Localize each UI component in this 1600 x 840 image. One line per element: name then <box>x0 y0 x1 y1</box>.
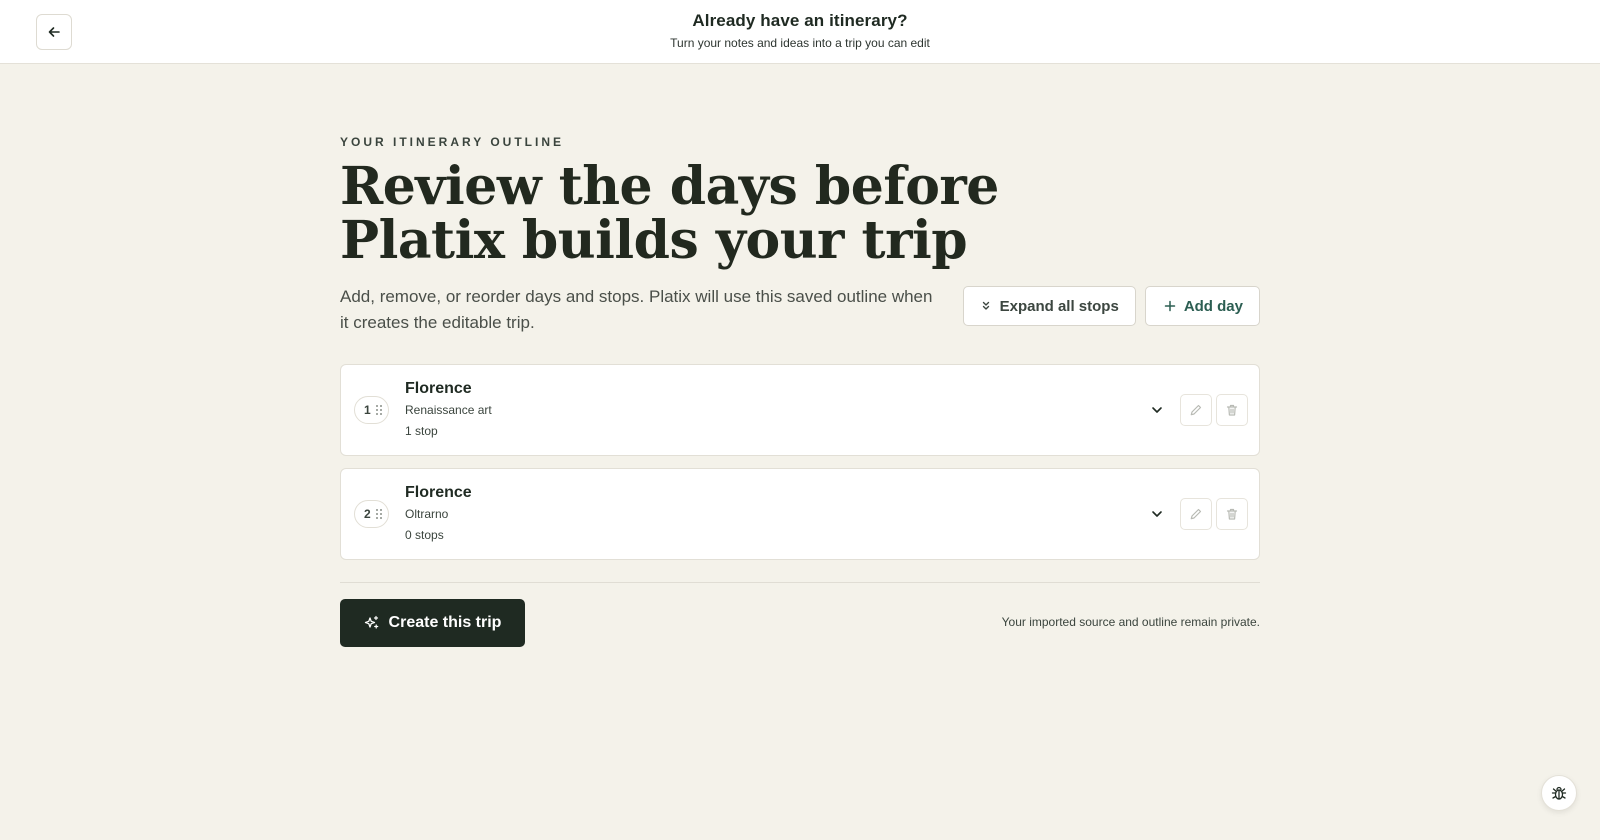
day-theme: Renaissance art <box>405 403 492 417</box>
grip-icon <box>375 405 382 415</box>
day-stop-count: 0 stops <box>405 528 444 542</box>
page-title: Review the days before Platix builds you… <box>340 160 1260 268</box>
pencil-icon <box>1190 508 1202 520</box>
expand-all-stops-button[interactable]: Expand all stops <box>962 286 1136 326</box>
top-bar: Already have an itinerary? Turn your not… <box>0 0 1600 64</box>
footer-divider <box>340 582 1260 583</box>
footer-row: Create this trip Your imported source an… <box>340 599 1260 647</box>
day-info: Florence Oltrarno 0 stops <box>405 484 472 542</box>
page-title-line-1: Review the days before <box>340 156 999 217</box>
chevrons-down-icon <box>982 301 989 310</box>
chevron-down-icon <box>1152 511 1162 517</box>
page-header-title: Already have an itinerary? <box>692 11 908 30</box>
expand-day-button[interactable] <box>1145 398 1169 422</box>
bug-icon <box>1551 786 1567 800</box>
privacy-note: Your imported source and outline remain … <box>1001 615 1260 629</box>
trash-icon <box>1226 508 1238 520</box>
day-info: Florence Renaissance art 1 stop <box>405 380 492 438</box>
day-title: Florence <box>405 484 472 501</box>
page-header-subtitle: Turn your notes and ideas into a trip yo… <box>670 36 930 50</box>
grip-icon <box>375 509 382 519</box>
create-trip-button[interactable]: Create this trip <box>340 599 525 647</box>
delete-day-button[interactable] <box>1216 394 1248 426</box>
page-title-line-2: Platix builds your trip <box>340 210 968 271</box>
day-number: 1 <box>364 403 371 417</box>
day-card: 2 Florence Oltrarno 0 stops <box>340 468 1260 560</box>
plus-icon <box>1164 300 1176 312</box>
edit-day-button[interactable] <box>1180 394 1212 426</box>
expand-day-button[interactable] <box>1145 502 1169 526</box>
day-title: Florence <box>405 380 472 397</box>
trash-icon <box>1226 404 1238 416</box>
create-trip-label: Create this trip <box>388 614 502 631</box>
add-day-button[interactable]: Add day <box>1144 286 1260 326</box>
sparkles-icon <box>364 615 378 629</box>
day-number: 2 <box>364 507 371 521</box>
day-card: 1 Florence Renaissance art 1 stop <box>340 364 1260 456</box>
day-theme: Oltrarno <box>405 507 449 521</box>
outline-actions: Expand all stops Add day <box>962 286 1260 326</box>
delete-day-button[interactable] <box>1216 498 1248 530</box>
chevron-down-icon <box>1152 407 1162 413</box>
edit-day-button[interactable] <box>1180 498 1212 530</box>
top-bar-text: Already have an itinerary? Turn your not… <box>0 11 1600 50</box>
section-eyebrow: YOUR ITINERARY OUTLINE <box>340 135 565 149</box>
page-description: Add, remove, or reorder days and stops. … <box>340 287 933 332</box>
day-stop-count: 1 stop <box>405 424 438 438</box>
expand-all-stops-label: Expand all stops <box>999 297 1119 315</box>
description-row: Add, remove, or reorder days and stops. … <box>340 284 1260 336</box>
day-drag-handle[interactable]: 1 <box>354 396 389 424</box>
debug-button[interactable] <box>1541 775 1577 811</box>
add-day-label: Add day <box>1183 297 1243 315</box>
day-drag-handle[interactable]: 2 <box>354 500 389 528</box>
itinerary-outline: YOUR ITINERARY OUTLINE Review the days b… <box>340 135 1260 647</box>
pencil-icon <box>1190 404 1202 416</box>
